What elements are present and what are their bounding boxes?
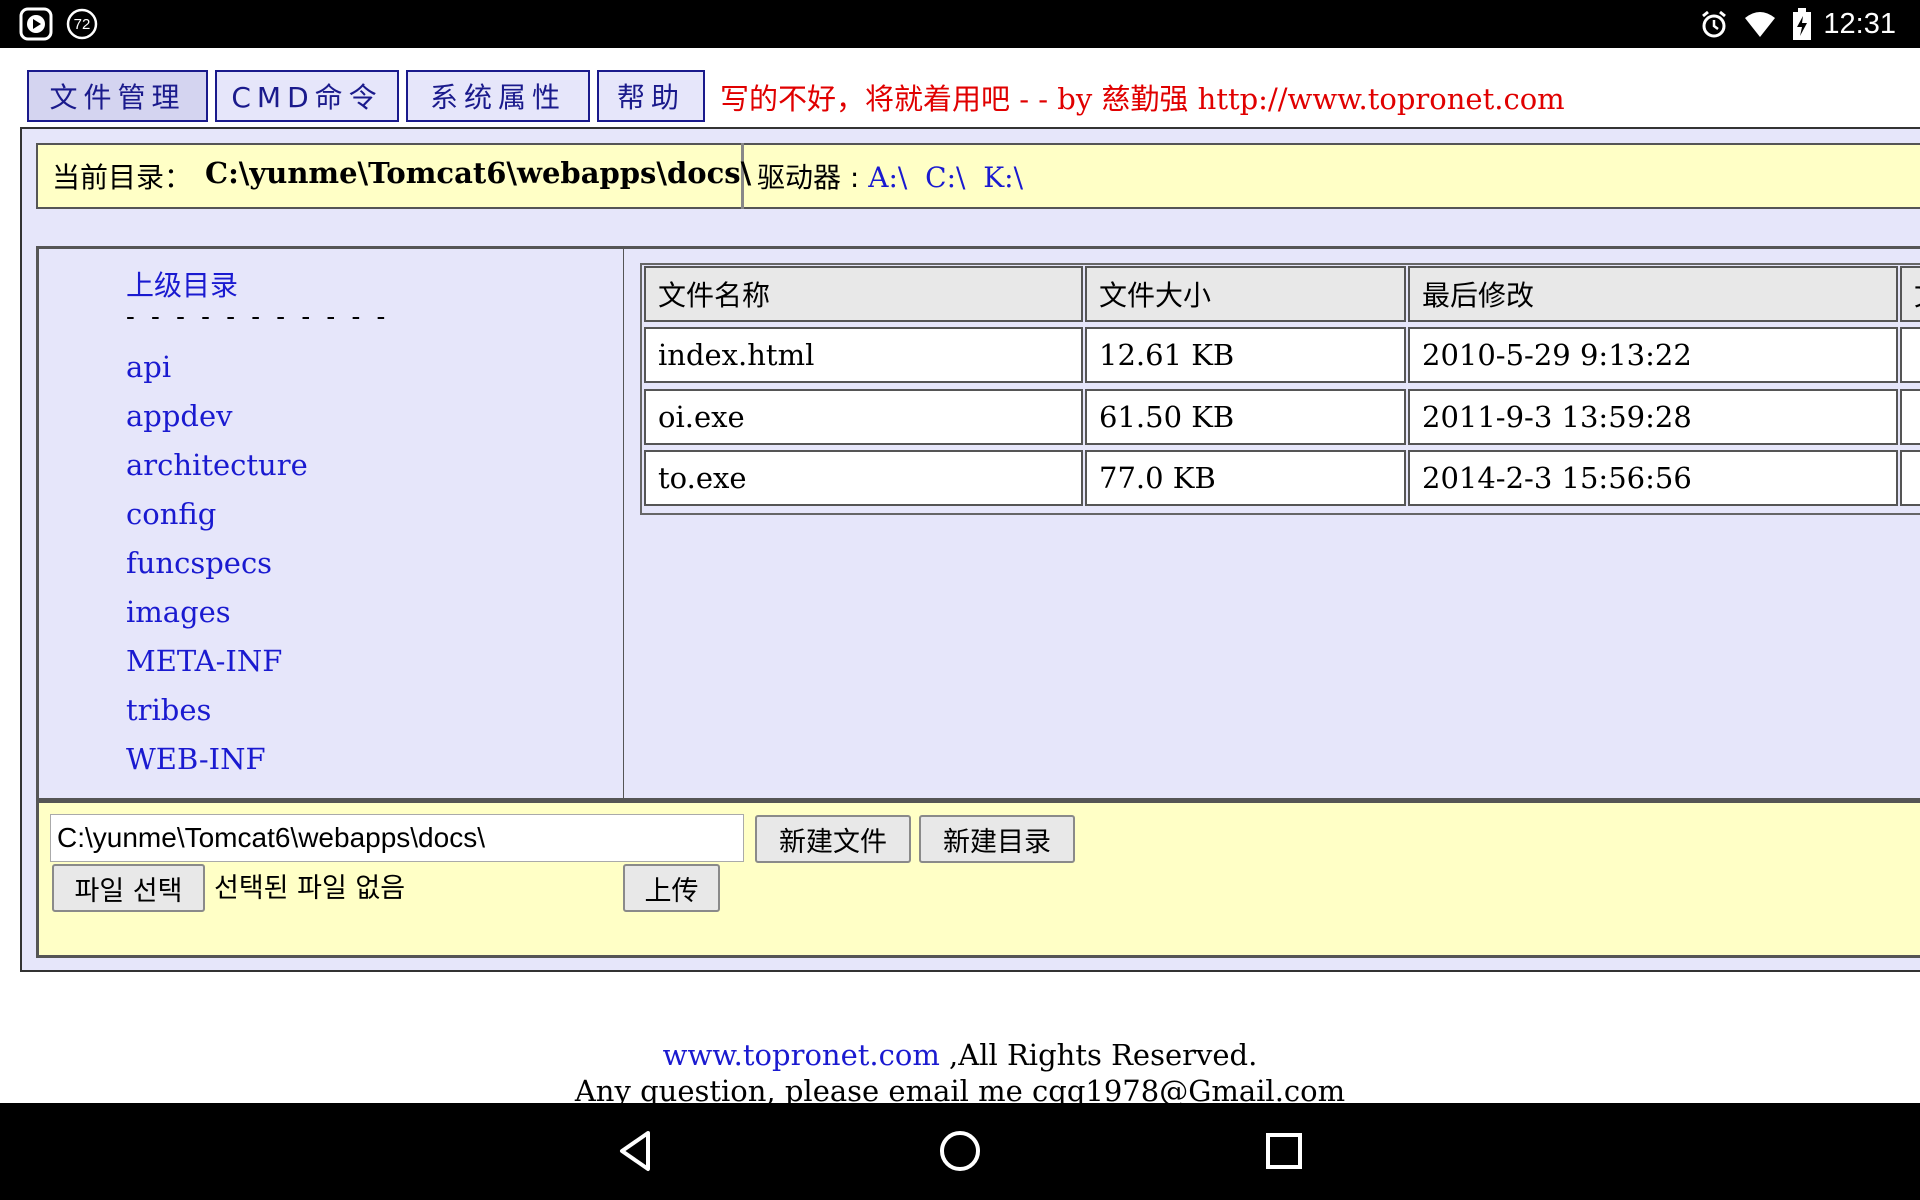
dir-item[interactable]: funcspecs [126,546,272,580]
file-extra-cell [1900,389,1920,445]
file-name-cell[interactable]: oi.exe [644,389,1083,445]
file-size-cell: 61.50 KB [1085,389,1406,445]
drive-k-link[interactable]: K:\ [983,161,1023,194]
tagline: 写的不好，将就着用吧 - - by 慈勤强 http://www.toprone… [720,82,1565,116]
current-dir-label: 当前目录： [52,161,193,194]
choose-file-button[interactable]: 파일 선택 [52,864,205,912]
file-size-cell: 77.0 KB [1085,450,1406,506]
home-icon[interactable] [938,1129,982,1177]
dir-item[interactable]: architecture [126,448,308,482]
status-time: 12:31 [1823,8,1896,40]
dir-item[interactable]: META-INF [126,644,282,678]
drive-a-link[interactable]: A:\ [868,161,907,194]
notification-badge: 72 [73,15,91,33]
drive-c-link[interactable]: C:\ [925,161,965,194]
tab-system-properties[interactable]: 系统属性 [406,70,590,122]
footer-rights: www.topronet.com ,All Rights Reserved. [0,1038,1920,1072]
upload-button[interactable]: 上传 [623,864,720,912]
dir-item[interactable]: config [126,497,216,531]
no-file-label: 선택된 파일 없음 [214,873,406,904]
column-header-modified: 最后修改 [1408,266,1898,322]
recents-icon[interactable] [1264,1131,1304,1175]
wifi-icon [1742,6,1778,42]
dir-item[interactable]: tribes [126,693,211,727]
dir-item[interactable]: images [126,595,231,629]
footer-rights-text: ,All Rights Reserved. [939,1038,1258,1072]
column-header-more: 文 [1900,266,1920,322]
file-modified-cell: 2014-2-3 15:56:56 [1408,450,1898,506]
file-name-cell[interactable]: index.html [644,327,1083,383]
status-bar: 72 12:31 [0,0,1920,48]
new-file-button[interactable]: 新建文件 [755,815,911,863]
column-header-size: 文件大小 [1085,266,1406,322]
dir-item[interactable]: appdev [126,399,233,433]
column-header-name: 文件名称 [644,266,1083,322]
footer-site-link[interactable]: www.topronet.com [663,1038,940,1072]
parent-directory-link[interactable]: 上级目录 [126,264,238,304]
back-icon[interactable] [614,1129,658,1177]
dir-item[interactable]: api [126,350,171,384]
dir-item[interactable]: WEB-INF [126,742,266,776]
file-extra-cell [1900,327,1920,383]
current-dir-value: C:\yunme\Tomcat6\webapps\docs\ [205,156,752,190]
new-directory-button[interactable]: 新建目录 [919,815,1075,863]
drives-label: 驱动器 : [757,161,860,194]
tab-cmd[interactable]: CMD命令 [215,70,399,122]
alarm-icon [1696,6,1732,42]
file-modified-cell: 2010-5-29 9:13:22 [1408,327,1898,383]
drives: 驱动器 : A:\ C:\ K:\ [757,156,1023,196]
path-input[interactable] [50,814,744,862]
tab-file-manager[interactable]: 文件管理 [27,70,208,122]
tab-help[interactable]: 帮助 [597,70,705,122]
file-extra-cell [1900,450,1920,506]
system-nav-bar [0,1103,1920,1200]
file-size-cell: 12.61 KB [1085,327,1406,383]
notification-72-icon: 72 [64,6,100,42]
separator: - - - - - - - - - - - [126,302,390,332]
battery-charging-icon [1784,6,1820,42]
file-modified-cell: 2011-9-3 13:59:28 [1408,389,1898,445]
play-app-icon [18,6,54,42]
file-name-cell[interactable]: to.exe [644,450,1083,506]
